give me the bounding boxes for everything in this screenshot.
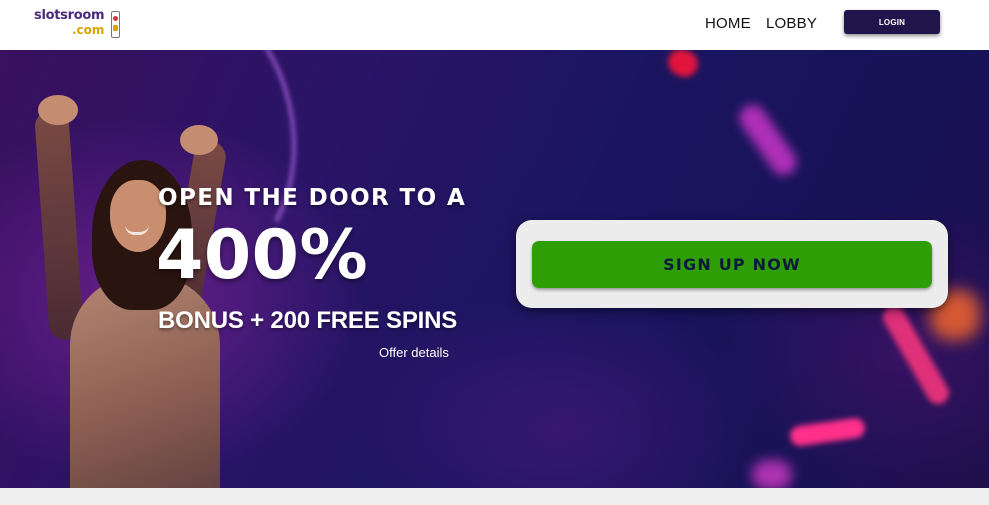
nav-home-link[interactable]: HOME: [705, 15, 751, 32]
signup-button[interactable]: SIGN UP NOW: [532, 241, 932, 288]
nav-lobby-link[interactable]: LOBBY: [766, 15, 817, 32]
light-streak: [752, 460, 792, 488]
logo-wordmark: slotsroom: [34, 8, 105, 23]
hero-headline: OPEN THE DOOR TO A: [158, 185, 467, 211]
top-header: slotsroom .com HOME LOBBY LOGIN: [0, 0, 989, 50]
logo-domain: .com: [72, 23, 105, 37]
login-button[interactable]: LOGIN: [844, 10, 940, 34]
site-logo[interactable]: slotsroom .com: [34, 8, 124, 42]
light-streak: [734, 99, 802, 181]
signup-panel: SIGN UP NOW: [516, 220, 948, 308]
bonus-percent: 400%: [156, 216, 369, 295]
light-streak: [663, 50, 703, 82]
slot-machine-icon: [111, 11, 120, 38]
offer-details-link[interactable]: Offer details: [379, 345, 449, 360]
bonus-description: BONUS + 200 FREE SPINS: [158, 307, 458, 334]
page-bottom-strip: [0, 488, 989, 505]
hero-banner: OPEN THE DOOR TO A 400% BONUS + 200 FREE…: [0, 50, 989, 488]
light-streak: [788, 416, 867, 448]
